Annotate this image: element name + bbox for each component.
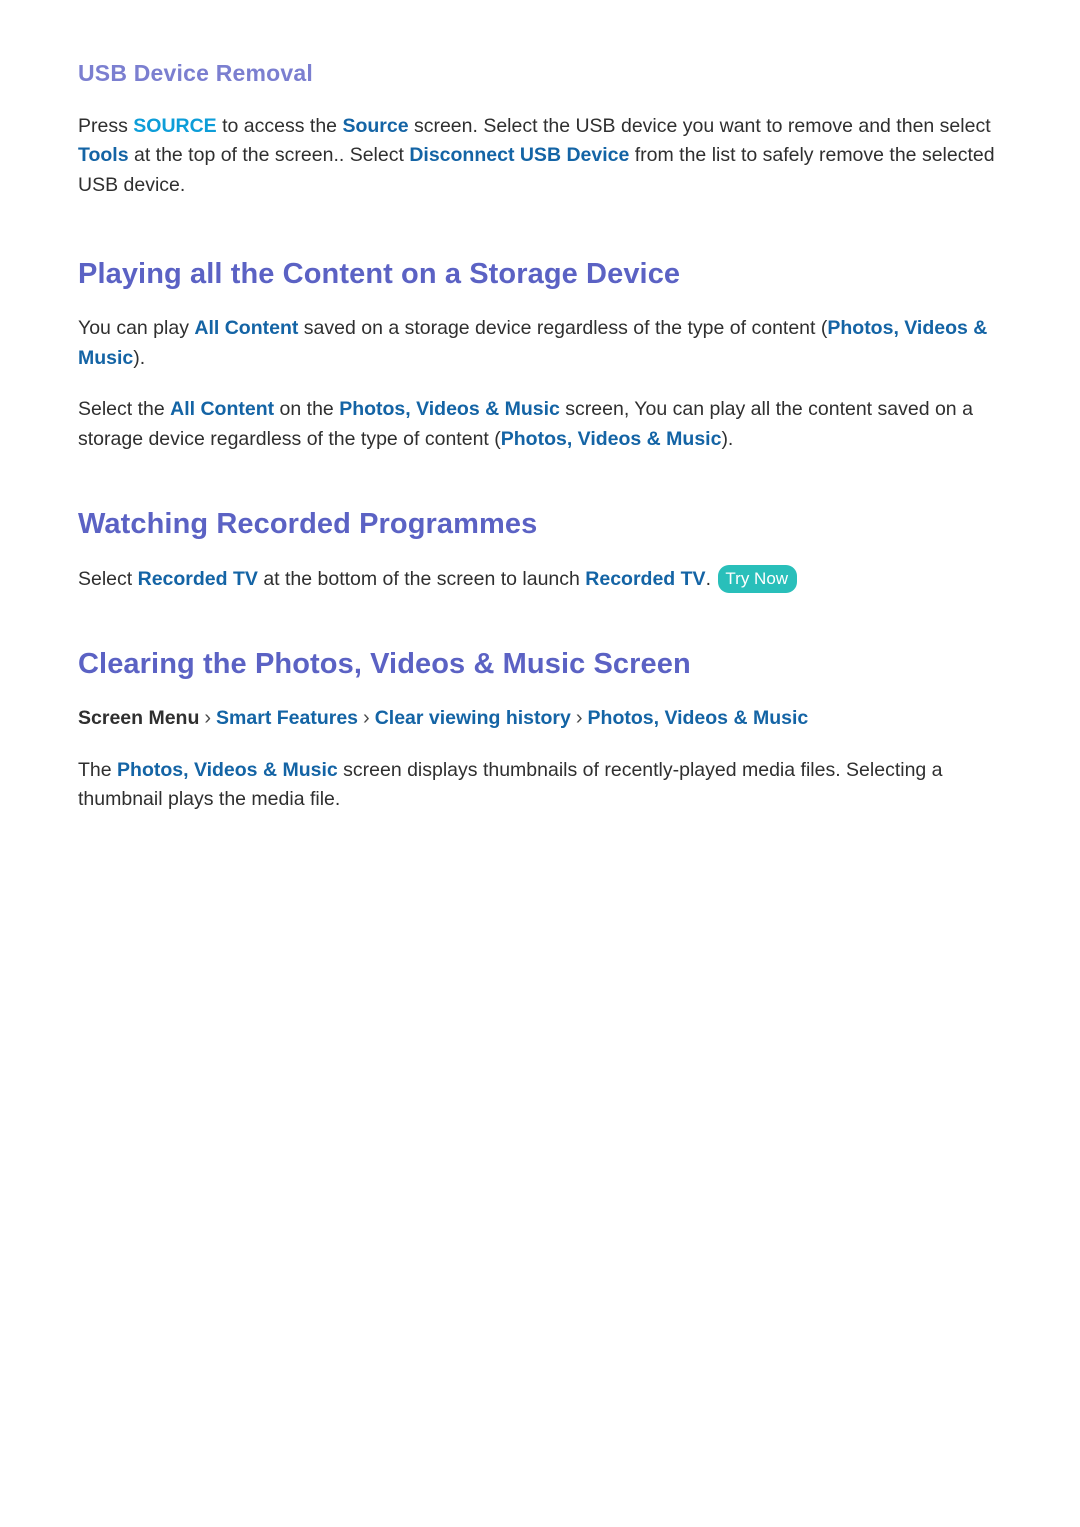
text-fragment: Press <box>78 114 134 137</box>
section-playing-all-content: Playing all the Content on a Storage Dev… <box>78 256 1005 454</box>
section-clearing-photos-videos-music: Clearing the Photos, Videos & Music Scre… <box>78 646 1005 815</box>
heading-clearing-screen: Clearing the Photos, Videos & Music Scre… <box>78 648 691 681</box>
breadcrumb: Screen Menu › Smart Features › Clear viewing… <box>78 704 1005 734</box>
chevron-right-icon: › <box>204 707 212 730</box>
breadcrumb-item-clear-viewing-history[interactable]: Clear viewing history <box>375 707 571 729</box>
text-fragment: You can play <box>78 317 195 340</box>
text-fragment: ). <box>721 427 734 450</box>
paragraph-clearing-screen: The Photos, Videos & Music screen displa… <box>78 756 1005 815</box>
text-fragment: The <box>78 758 118 781</box>
breadcrumb-item-smart-features[interactable]: Smart Features <box>216 707 358 729</box>
keyword-photos-videos-music[interactable]: Photos, Videos & Music <box>339 398 560 420</box>
chevron-right-icon: › <box>575 707 583 730</box>
try-now-badge[interactable]: Try Now <box>718 564 798 593</box>
keyword-recorded-tv[interactable]: Recorded TV <box>138 568 258 590</box>
section-usb-device-removal: USB Device Removal Press SOURCE to acces… <box>78 60 1005 200</box>
keyword-tools[interactable]: Tools <box>78 144 129 166</box>
section-watching-recorded-programmes: Watching Recorded Programmes Select Reco… <box>78 506 1005 594</box>
document-page: USB Device Removal Press SOURCE to acces… <box>0 0 1080 1527</box>
paragraph-play-all-1: You can play All Content saved on a stor… <box>78 314 1005 373</box>
text-fragment: ). <box>133 346 146 369</box>
keyword-disconnect-usb-device[interactable]: Disconnect USB Device <box>409 144 629 166</box>
heading-playing-all-content: Playing all the Content on a Storage Dev… <box>78 258 681 291</box>
keyword-photos-videos-music[interactable]: Photos, Videos & Music <box>117 759 338 781</box>
text-fragment: to access the <box>216 114 343 137</box>
text-fragment: at the bottom of the screen to launch <box>257 567 586 590</box>
breadcrumb-item-photos-videos-music[interactable]: Photos, Videos & Music <box>588 707 809 729</box>
text-fragment: saved on a storage device regardless of … <box>298 317 828 340</box>
subheading-usb-device-removal: USB Device Removal <box>78 60 313 86</box>
keyword-photos-videos-music[interactable]: Photos, Videos & Music <box>501 428 722 450</box>
paragraph-play-all-2: Select the All Content on the Photos, Vi… <box>78 395 1005 454</box>
text-fragment: . <box>705 567 717 590</box>
paragraph-usb-removal: Press SOURCE to access the Source screen… <box>78 112 1005 201</box>
chevron-right-icon: › <box>363 707 370 730</box>
breadcrumb-root: Screen Menu <box>78 707 200 730</box>
paragraph-watching-recorded: Select Recorded TV at the bottom of the … <box>78 564 1005 595</box>
text-fragment: Select <box>78 567 138 590</box>
text-fragment: screen. Select the USB device you want t… <box>408 114 991 137</box>
keyword-source-key[interactable]: SOURCE <box>133 115 216 137</box>
text-fragment: at the top of the screen.. Select <box>128 144 410 167</box>
keyword-recorded-tv[interactable]: Recorded TV <box>585 568 705 590</box>
keyword-source-screen[interactable]: Source <box>342 115 408 137</box>
keyword-all-content[interactable]: All Content <box>170 398 274 420</box>
text-fragment: Select the <box>78 398 171 421</box>
keyword-all-content[interactable]: All Content <box>194 317 298 339</box>
heading-watching-recorded-programmes: Watching Recorded Programmes <box>78 508 538 541</box>
text-fragment: on the <box>274 398 340 421</box>
